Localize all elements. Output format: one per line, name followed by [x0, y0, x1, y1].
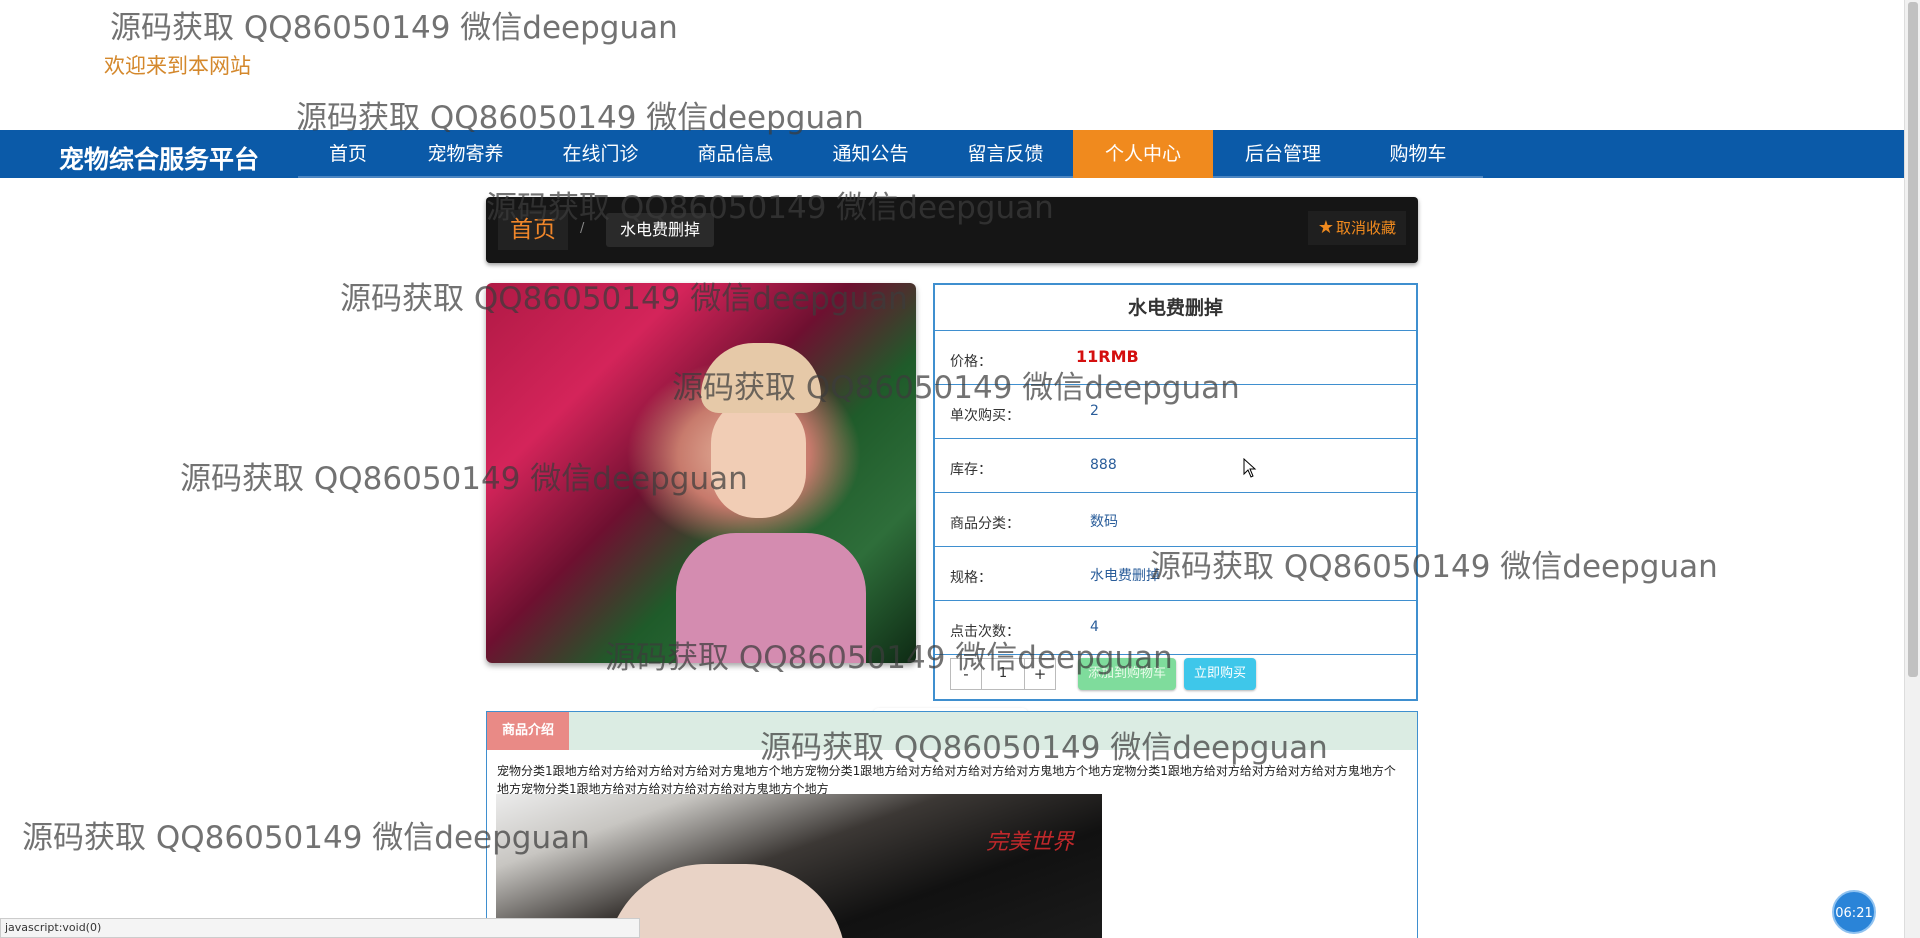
intro-description: 宠物分类1跟地方给对方给对方给对方给对方鬼地方个地方宠物分类1跟地方给对方给对方…	[497, 764, 1396, 796]
detail-row-price: 价格： 11RMB	[935, 331, 1416, 385]
intro-tabbar: 商品介绍	[487, 712, 1417, 750]
detail-row-spec: 规格： 水电费删掉	[935, 547, 1416, 601]
nav-item-home[interactable]: 首页	[298, 130, 398, 178]
nav-item-feedback[interactable]: 留言反馈	[938, 130, 1073, 178]
breadcrumb-current: 水电费删掉	[606, 213, 715, 247]
quantity-increase-button[interactable]: +	[1024, 658, 1056, 690]
browser-status-bar: javascript:void(0)	[0, 918, 640, 938]
nav-item-products[interactable]: 商品信息	[668, 130, 803, 178]
intro-image-logo: 完美世界	[986, 830, 1075, 855]
buy-now-button[interactable]: 立即购买	[1184, 658, 1257, 690]
unfavorite-button[interactable]: ★ 取消收藏	[1307, 211, 1406, 245]
timer-badge[interactable]: 06:21	[1832, 890, 1876, 934]
breadcrumb-home-link[interactable]: 首页	[498, 210, 568, 250]
spec-value: 水电费删掉	[1090, 568, 1160, 584]
tab-product-intro[interactable]: 商品介绍	[487, 712, 570, 750]
product-image-hat	[701, 343, 821, 413]
nav-item-pet-boarding[interactable]: 宠物寄养	[398, 130, 533, 178]
spec-label: 规格：	[950, 570, 992, 586]
breadcrumb-separator: /	[580, 221, 585, 236]
product-detail-panel: 水电费删掉 价格： 11RMB 单次购买： 2 库存： 888 商品分类： 数码…	[933, 283, 1418, 701]
quantity-controls: - 1 + 添加到购物车 立即购买	[950, 658, 1257, 690]
page-scrollbar[interactable]	[1904, 0, 1920, 938]
price-label: 价格：	[950, 354, 992, 370]
product-image	[486, 283, 916, 663]
star-icon: ★	[1317, 217, 1334, 238]
nav-item-cart[interactable]: 购物车	[1353, 130, 1483, 178]
nav-item-notices[interactable]: 通知公告	[803, 130, 938, 178]
stock-value: 888	[1090, 457, 1117, 473]
price-value: 11RMB	[1076, 347, 1139, 366]
single-purchase-label: 单次购买：	[950, 408, 1020, 424]
mouse-cursor-icon	[1243, 458, 1257, 478]
detail-row-single-purchase: 单次购买： 2	[935, 385, 1416, 439]
main-navbar: 宠物综合服务平台 首页 宠物寄养 在线门诊 商品信息 通知公告 留言反馈 个人中…	[0, 130, 1904, 178]
intro-image: 完美世界	[496, 794, 1102, 938]
watermark: 源码获取 QQ86050149 微信deepguan	[110, 10, 678, 46]
nav-item-personal-center[interactable]: 个人中心	[1073, 130, 1213, 178]
category-label: 商品分类：	[950, 516, 1020, 532]
quantity-input[interactable]: 1	[982, 658, 1024, 690]
nav-item-online-clinic[interactable]: 在线门诊	[533, 130, 668, 178]
breadcrumb: 首页 / 水电费删掉 ★ 取消收藏	[486, 197, 1418, 263]
product-intro-panel: 商品介绍 宠物分类1跟地方给对方给对方给对方给对方鬼地方个地方宠物分类1跟地方给…	[486, 711, 1418, 938]
scrollbar-thumb[interactable]	[1908, 2, 1918, 677]
product-image-dress	[676, 533, 866, 663]
site-brand[interactable]: 宠物综合服务平台	[59, 140, 259, 176]
product-image-face	[711, 398, 806, 518]
add-to-cart-button[interactable]: 添加到购物车	[1078, 658, 1177, 690]
quantity-decrease-button[interactable]: -	[950, 658, 982, 690]
nav-item-admin[interactable]: 后台管理	[1213, 130, 1353, 178]
category-value: 数码	[1090, 514, 1118, 530]
detail-row-category: 商品分类： 数码	[935, 493, 1416, 547]
stock-label: 库存：	[950, 462, 992, 478]
unfavorite-label: 取消收藏	[1335, 219, 1396, 237]
detail-row-clicks: 点击次数： 4	[935, 601, 1416, 655]
welcome-text: 欢迎来到本网站	[104, 54, 251, 78]
intro-image-face	[606, 864, 846, 938]
single-purchase-value: 2	[1090, 403, 1099, 419]
clicks-value: 4	[1090, 619, 1099, 635]
product-title: 水电费删掉	[935, 285, 1416, 331]
nav-menu: 首页 宠物寄养 在线门诊 商品信息 通知公告 留言反馈 个人中心 后台管理 购物…	[298, 130, 1483, 178]
clicks-label: 点击次数：	[950, 624, 1020, 640]
detail-row-stock: 库存： 888	[935, 439, 1416, 493]
